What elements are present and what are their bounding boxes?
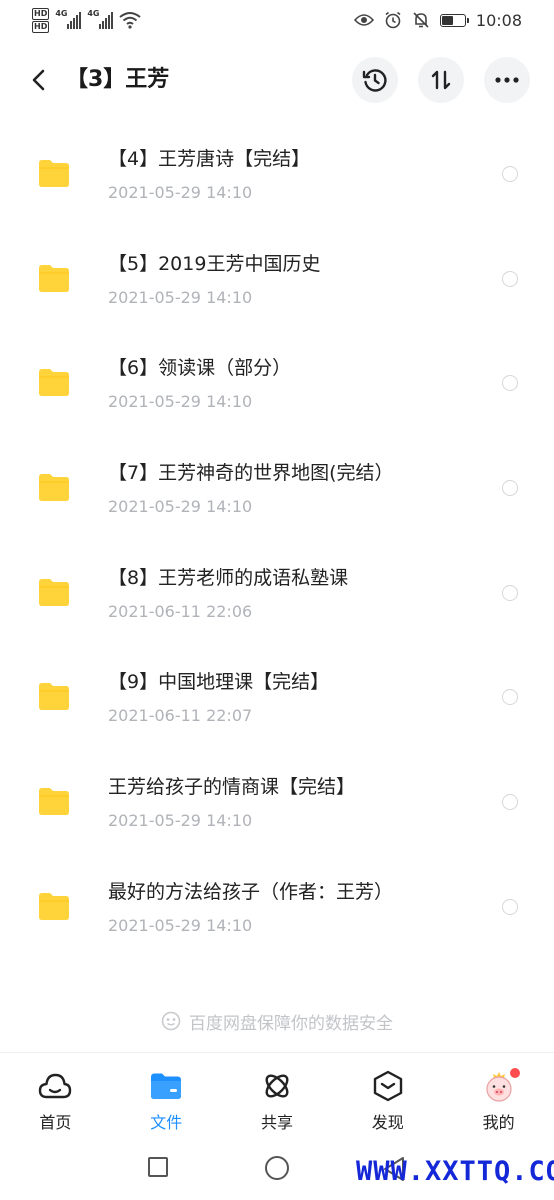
- file-name: 【7】王芳神奇的世界地图(完结）: [108, 462, 394, 485]
- tab-home-label: 首页: [39, 1113, 72, 1132]
- file-date: 2021-05-29 14:10: [108, 497, 253, 517]
- file-name: 【6】领读课（部分）: [108, 357, 292, 380]
- atom-icon: [265, 1074, 289, 1098]
- tab-discover-icon-wrap: [370, 1069, 406, 1103]
- list-item[interactable]: 王芳给孩子的情商课【完结】 2021-05-29 14:10: [0, 736, 554, 841]
- more-button[interactable]: [484, 57, 530, 103]
- folder-icon: [39, 369, 69, 397]
- chevron-left-icon: [32, 69, 45, 91]
- battery-level: [441, 15, 453, 25]
- history-icon: [362, 69, 387, 92]
- alarm-icon: [385, 11, 401, 29]
- security-text: 百度网盘保障你的数据安全: [189, 1013, 393, 1034]
- folder-icon: [39, 683, 69, 711]
- tab-home[interactable]: 首页: [0, 1053, 111, 1137]
- network-type-1: 4G: [55, 9, 68, 18]
- select-checkbox[interactable]: [502, 270, 518, 287]
- list-item[interactable]: 【4】王芳唐诗【完结】 2021-05-29 14:10: [0, 108, 554, 213]
- signal-2-icon: 4G: [87, 9, 114, 29]
- folder-icon: [39, 160, 69, 187]
- tab-files-label: 文件: [150, 1113, 183, 1132]
- list-item[interactable]: 【9】中国地理课【完结】 2021-06-11 22:07: [0, 631, 554, 736]
- list-item[interactable]: 【8】王芳老师的成语私塾课 2021-06-11 22:06: [0, 527, 554, 632]
- file-date: 2021-05-29 14:10: [108, 392, 253, 412]
- file-list: 【4】王芳唐诗【完结】 2021-05-29 14:10 【5】2019王芳中国…: [0, 108, 554, 946]
- file-date: 2021-06-11 22:06: [108, 601, 253, 621]
- folder-icon: [39, 578, 69, 606]
- more-icon: [495, 77, 519, 83]
- tab-profile-label: 我的: [482, 1113, 515, 1132]
- file-name: 王芳给孩子的情商课【完结】: [108, 776, 356, 799]
- network-type-2: 4G: [87, 9, 100, 18]
- list-item[interactable]: 【7】王芳神奇的世界地图(完结） 2021-05-29 14:10: [0, 422, 554, 527]
- select-checkbox[interactable]: [502, 794, 518, 811]
- wifi-icon: [119, 12, 141, 29]
- file-name: 【8】王芳老师的成语私塾课: [108, 566, 349, 589]
- select-checkbox[interactable]: [502, 584, 518, 601]
- file-date: 2021-05-29 14:10: [108, 915, 253, 935]
- file-date: 2021-06-11 22:07: [108, 706, 253, 726]
- folder-icon: [39, 788, 69, 816]
- clock: 10:08: [475, 10, 522, 30]
- select-checkbox[interactable]: [502, 898, 518, 915]
- sort-button[interactable]: [418, 57, 464, 103]
- mute-bell-icon: [413, 12, 429, 28]
- select-checkbox[interactable]: [502, 480, 518, 497]
- select-checkbox[interactable]: [502, 375, 518, 392]
- tab-share[interactable]: 共享: [222, 1053, 333, 1137]
- shield-icon: [161, 1011, 181, 1031]
- folder-icon: [151, 1073, 182, 1099]
- security-note: 百度网盘保障你的数据安全: [0, 1008, 554, 1034]
- signal-1-icon: 4G: [55, 9, 82, 29]
- tab-discover-label: 发现: [371, 1113, 404, 1132]
- tab-home-icon-wrap: [37, 1069, 73, 1103]
- folder-icon: [39, 892, 69, 920]
- recent-apps-button[interactable]: [148, 1157, 168, 1177]
- tab-share-label: 共享: [260, 1113, 293, 1132]
- file-date: 2021-05-29 14:10: [108, 811, 253, 831]
- select-checkbox[interactable]: [502, 689, 518, 706]
- status-bar: HD HD 4G 4G 10:08: [0, 0, 554, 40]
- tab-profile[interactable]: 我的: [443, 1053, 554, 1137]
- back-button[interactable]: [22, 64, 54, 96]
- file-name: 【9】中国地理课【完结】: [108, 671, 330, 694]
- cloud-icon: [39, 1073, 72, 1099]
- tab-discover[interactable]: 发现: [332, 1053, 443, 1137]
- folder-icon: [39, 264, 69, 292]
- tab-files-icon-wrap: [148, 1069, 184, 1103]
- battery-icon: [439, 13, 469, 27]
- hd-indicators: HD HD: [32, 7, 50, 33]
- status-right: 10:08: [353, 8, 522, 32]
- tab-profile-icon-wrap: [481, 1067, 521, 1103]
- file-name: 【5】2019王芳中国历史: [108, 252, 321, 275]
- hd-badge-1: HD: [32, 7, 50, 20]
- eye-icon: [353, 14, 374, 26]
- tab-files[interactable]: 文件: [111, 1053, 222, 1137]
- file-name: 【4】王芳唐诗【完结】: [108, 148, 311, 170]
- cube-icon: [373, 1070, 402, 1102]
- list-item[interactable]: 【6】领读课（部分） 2021-05-29 14:10: [0, 317, 554, 422]
- sort-icon: [431, 70, 451, 90]
- history-button[interactable]: [352, 57, 398, 103]
- watermark: WWW.XXTTQ.COM: [356, 1156, 554, 1187]
- select-checkbox[interactable]: [502, 166, 518, 182]
- tab-share-icon-wrap: [259, 1069, 295, 1103]
- list-item[interactable]: 【5】2019王芳中国历史 2021-05-29 14:10: [0, 213, 554, 318]
- header: 【3】王芳: [0, 52, 554, 108]
- notification-badge: [508, 1067, 521, 1079]
- home-button[interactable]: [265, 1156, 289, 1180]
- folder-icon: [39, 474, 69, 502]
- file-date: 2021-05-29 14:10: [108, 287, 253, 307]
- bottom-tab-bar: 首页 文件 共享 发现 我的: [0, 1052, 554, 1137]
- list-item[interactable]: 最好的方法给孩子（作者：王芳） 2021-05-29 14:10: [0, 841, 554, 946]
- status-left: HD HD 4G 4G: [32, 4, 141, 36]
- hd-badge-2: HD: [32, 20, 50, 33]
- page-title: 【3】王芳: [66, 67, 170, 92]
- file-date: 2021-05-29 14:10: [108, 183, 253, 202]
- file-name: 最好的方法给孩子（作者：王芳）: [108, 880, 394, 903]
